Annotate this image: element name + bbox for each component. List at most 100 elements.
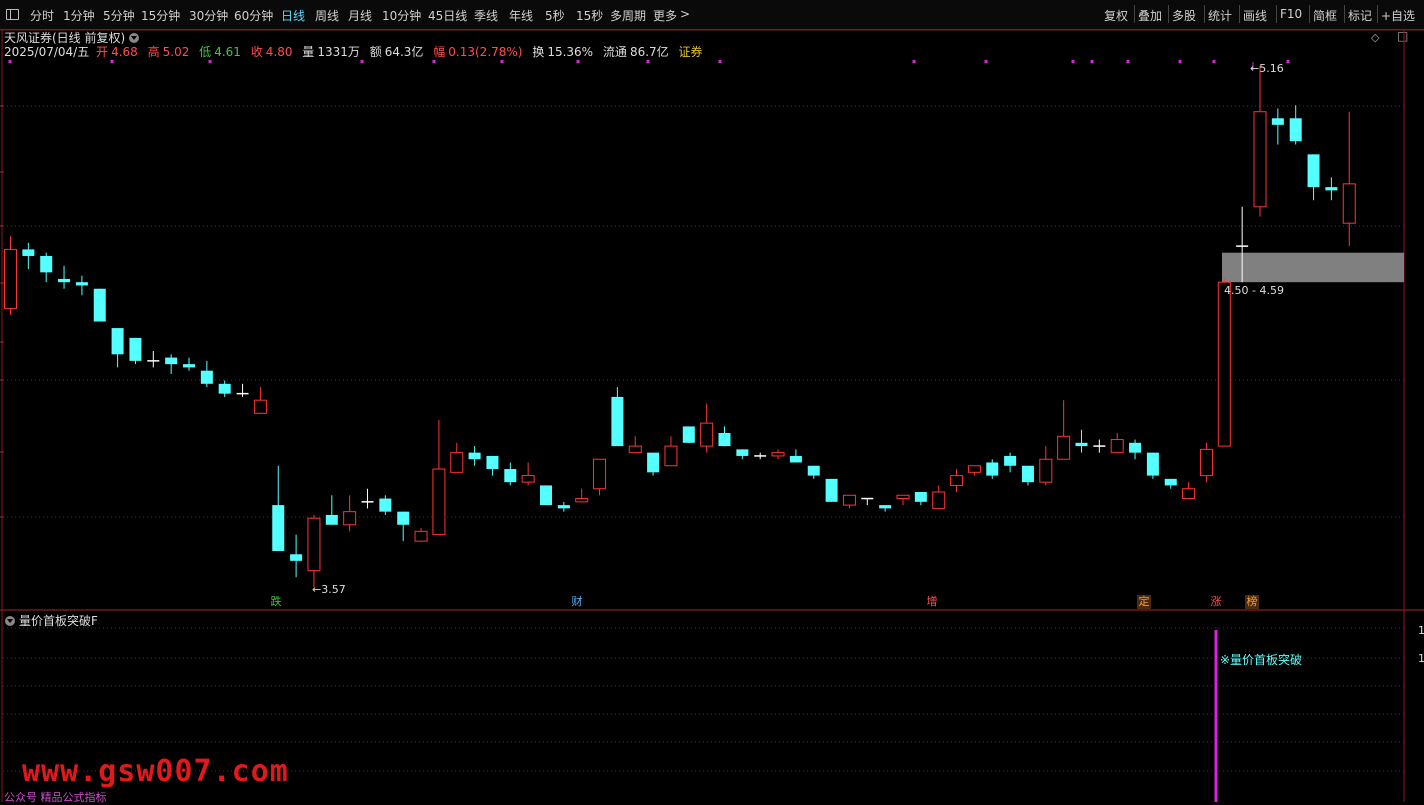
- candle-down: [486, 455, 499, 470]
- top-marker-dot: [1090, 60, 1094, 63]
- candle-up: [575, 498, 589, 503]
- candle-up: [593, 458, 607, 490]
- candle-up: [343, 511, 357, 526]
- max-price-label: ←5.16: [1250, 62, 1284, 75]
- candle-down: [1271, 118, 1284, 125]
- indicator-panel-title[interactable]: 量价首板突破F: [5, 612, 98, 629]
- candle-up: [1253, 111, 1267, 208]
- candle-down: [789, 455, 802, 463]
- candle-down: [40, 255, 53, 273]
- watermark: www.gsw007.com: [22, 754, 289, 789]
- candle-up: [432, 468, 446, 536]
- candle-up: [664, 445, 678, 467]
- candle-up: [414, 530, 428, 542]
- zone-range-label: 4.50 - 4.59: [1224, 284, 1284, 297]
- candle-down: [1146, 452, 1159, 476]
- top-marker-dot: [912, 60, 916, 63]
- candle-up: [967, 465, 981, 473]
- event-marker-increase[interactable]: 增: [925, 595, 939, 609]
- candle-down: [879, 505, 892, 509]
- candle-down: [93, 288, 106, 322]
- candle-down: [504, 469, 517, 483]
- candle-down: [682, 426, 695, 443]
- candle-up: [1057, 435, 1071, 460]
- event-marker-drop[interactable]: 跌: [269, 595, 283, 609]
- candle-up: [521, 475, 535, 483]
- candle-down: [218, 383, 231, 394]
- candle-down: [1325, 187, 1338, 191]
- candle-up: [950, 475, 964, 486]
- event-marker-rank[interactable]: 榜: [1245, 595, 1259, 609]
- sub-axis-value-2: 1: [1418, 652, 1424, 665]
- top-marker-dot: [208, 60, 212, 63]
- candle-down: [1129, 442, 1142, 453]
- signal-label: ※量价首板突破: [1220, 653, 1303, 667]
- top-marker-dot: [1178, 60, 1182, 63]
- top-marker-dot: [1286, 60, 1290, 63]
- candle-down: [379, 498, 392, 512]
- candle-down: [397, 511, 410, 525]
- candle-down: [986, 462, 999, 476]
- candle-up: [307, 517, 321, 572]
- candle-up: [1039, 458, 1053, 483]
- candle-up: [628, 445, 642, 454]
- candle-down: [468, 452, 481, 460]
- top-marker-dot: [1126, 60, 1130, 63]
- top-marker-dot: [432, 60, 436, 63]
- candle-up: [1199, 448, 1213, 477]
- candle-down: [736, 449, 749, 456]
- candle-down: [325, 514, 338, 525]
- top-marker-dot: [110, 60, 114, 63]
- top-marker-dot: [718, 60, 722, 63]
- candle-down: [58, 278, 71, 283]
- candle-up: [450, 452, 464, 473]
- event-marker-fixed[interactable]: 定: [1137, 595, 1151, 609]
- kline-chart[interactable]: [0, 0, 1424, 802]
- price-zone-box: [1222, 252, 1404, 283]
- candle-down: [914, 491, 927, 502]
- candle-down: [129, 337, 142, 361]
- candle-down: [647, 452, 660, 473]
- event-marker-finance[interactable]: 财: [570, 595, 584, 609]
- candle-up: [771, 452, 785, 457]
- candle-down: [540, 485, 552, 506]
- top-marker-dot: [8, 60, 12, 63]
- candle-up: [253, 399, 267, 414]
- candle-up: [1182, 488, 1196, 500]
- candle-down: [75, 282, 88, 286]
- footer-note: 公众号 精品公式指标: [4, 791, 107, 804]
- candle-down: [1004, 455, 1017, 466]
- candle-down: [1307, 154, 1320, 188]
- candle-down: [611, 396, 624, 447]
- top-marker-dot: [1071, 60, 1075, 63]
- top-marker-dot: [360, 60, 364, 63]
- event-marker-limitup[interactable]: 涨: [1209, 595, 1223, 609]
- candle-down: [825, 478, 838, 502]
- top-marker-dot: [576, 60, 580, 63]
- candle-down: [1164, 478, 1177, 486]
- candle-up: [1342, 183, 1356, 224]
- candle-up: [4, 248, 17, 309]
- candle-down: [290, 554, 303, 561]
- top-marker-dot: [984, 60, 988, 63]
- min-price-label: ←3.57: [312, 583, 346, 596]
- candle-up: [842, 494, 856, 506]
- indicator-menu-icon[interactable]: [5, 616, 15, 626]
- candle-down: [183, 364, 195, 368]
- candle-up: [932, 491, 946, 509]
- candle-down: [718, 432, 731, 447]
- top-marker-dot: [646, 60, 650, 63]
- candle-down: [557, 505, 570, 509]
- sub-axis-value-1: 1: [1418, 624, 1424, 637]
- candle-up: [1217, 281, 1231, 447]
- top-marker-dot: [1212, 60, 1216, 63]
- candle-down: [272, 505, 285, 551]
- candle-up: [1110, 439, 1124, 454]
- signal-bar: [1214, 630, 1218, 802]
- candle-down: [22, 249, 35, 256]
- candle-down: [1075, 442, 1088, 447]
- candle-down: [1289, 118, 1302, 142]
- candle-up: [700, 422, 714, 447]
- candle-down: [111, 328, 124, 355]
- candle-up: [896, 494, 910, 500]
